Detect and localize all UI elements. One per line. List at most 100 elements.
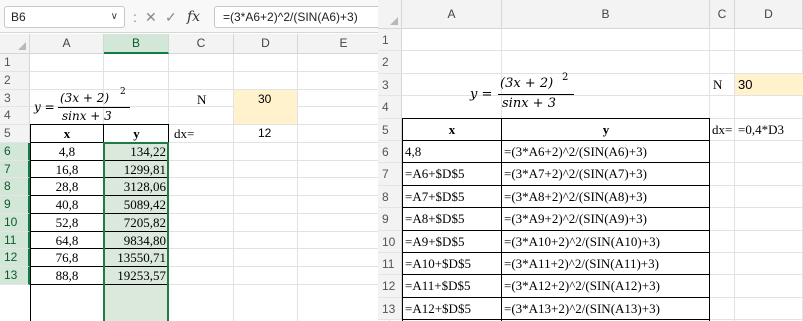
column-header-d[interactable]: D	[735, 0, 803, 29]
x-value-cell[interactable]: 16,8	[30, 161, 104, 179]
x-formula-cell[interactable]: =A7+$D$5	[405, 186, 464, 208]
row-header-7[interactable]: 7	[0, 160, 30, 179]
row-header-9[interactable]: 9	[378, 208, 402, 231]
x-value-cell[interactable]: 64,8	[30, 232, 104, 250]
row-header-4[interactable]: 4	[378, 96, 402, 119]
select-all-corner[interactable]	[378, 0, 402, 29]
column-header-b[interactable]: B	[104, 34, 169, 54]
select-all-triangle	[18, 42, 26, 50]
row-header-10[interactable]: 10	[378, 230, 402, 253]
column-header-a[interactable]: A	[402, 0, 502, 29]
equation-exponent: 2	[120, 86, 126, 97]
row-header-5[interactable]: 5	[0, 125, 30, 143]
column-header-e[interactable]: E	[298, 34, 390, 54]
x-value-cell[interactable]: 76,8	[30, 249, 104, 267]
x-value-cell[interactable]: 88,8	[30, 267, 104, 285]
dx-label: dx=	[174, 126, 195, 141]
column-header-a[interactable]: A	[30, 34, 104, 54]
x-formula-cell[interactable]: =A8+$D$5	[405, 208, 464, 230]
fraction-bar	[498, 93, 574, 95]
column-header-b[interactable]: B	[502, 0, 710, 29]
y-formula-cell[interactable]: =(3*A13+2)^2/(SIN(A13)+3)	[504, 298, 660, 320]
row-header-8[interactable]: 8	[0, 178, 30, 196]
x-value-cell[interactable]: 40,8	[30, 196, 104, 214]
equation-lhs: y =	[470, 86, 493, 102]
table-border-top	[30, 124, 169, 125]
y-formula-cell[interactable]: =(3*A11+2)^2/(SIN(A11)+3)	[504, 253, 659, 275]
row-header-11[interactable]: 11	[378, 253, 402, 276]
row-header-1[interactable]: 1	[378, 29, 402, 52]
row-header-13[interactable]: 13	[378, 297, 402, 321]
equation-exponent: 2	[562, 71, 569, 83]
gridline-horizontal	[30, 88, 390, 90]
table-border-mid	[501, 118, 502, 321]
name-box[interactable]: B6 ∨	[4, 6, 125, 28]
row-header-12[interactable]: 12	[378, 275, 402, 298]
x-value-cell[interactable]: 28,8	[30, 178, 104, 196]
dx-value[interactable]: 12	[258, 125, 271, 143]
header-x: x	[63, 126, 71, 141]
header-y: y	[133, 126, 140, 141]
row-header-1[interactable]: 1	[0, 54, 30, 72]
x-value-cell[interactable]: 52,8	[30, 214, 104, 232]
x-formula-cell[interactable]: 4,8	[405, 141, 421, 163]
x-formula-cell[interactable]: =A11+$D$5	[405, 275, 470, 297]
row-header-5[interactable]: 5	[378, 118, 402, 141]
row-header-3[interactable]: 3	[0, 89, 30, 108]
formula-bar-icons: : ✕ ✓ fx	[131, 6, 211, 28]
table-border-left	[402, 118, 403, 321]
y-formula-cell[interactable]: =(3*A7+2)^2/(SIN(A7)+3)	[504, 163, 647, 185]
row-header-11[interactable]: 11	[0, 231, 30, 250]
gridline-vertical	[297, 54, 298, 321]
cancel-icon[interactable]: ✕	[145, 6, 157, 28]
y-formula-cell[interactable]: =(3*A10+2)^2/(SIN(A10)+3)	[504, 231, 660, 253]
row-header-4[interactable]: 4	[0, 107, 30, 125]
row-header-2[interactable]: 2	[378, 51, 402, 74]
name-box-value: B6	[11, 10, 26, 24]
equation-denominator: sinx + 3	[502, 95, 556, 111]
equation-numerator: (3x + 2)	[60, 90, 110, 105]
select-all-corner[interactable]	[0, 34, 30, 54]
insert-function-icon[interactable]: fx	[187, 6, 200, 28]
row-header-2[interactable]: 2	[0, 71, 30, 90]
y-formula-cell[interactable]: =(3*A6+2)^2/(SIN(A6)+3)	[504, 141, 647, 163]
header-y: y	[602, 121, 610, 137]
row-header-9[interactable]: 9	[0, 196, 30, 214]
formula-input[interactable]: =(3*A6+2)^2/(SIN(A6)+3)	[214, 6, 386, 28]
select-all-triangle	[390, 17, 398, 25]
column-header-c[interactable]: C	[169, 34, 234, 54]
column-header-d[interactable]: D	[234, 34, 298, 54]
chevron-down-icon[interactable]: ∨	[111, 7, 118, 27]
row-header-6[interactable]: 6	[0, 142, 30, 161]
header-x: x	[448, 121, 456, 137]
x-formula-cell[interactable]: =A10+$D$5	[405, 253, 471, 275]
x-formula-cell[interactable]: =A6+$D$5	[405, 163, 464, 185]
y-formula-cell[interactable]: =(3*A9+2)^2/(SIN(A9)+3)	[504, 208, 647, 230]
n-value[interactable]: 30	[738, 74, 752, 96]
equation-denominator: sinx + 3	[62, 108, 112, 123]
gridline-horizontal	[30, 70, 390, 72]
row-header-13[interactable]: 13	[0, 267, 30, 285]
row-header-3[interactable]: 3	[378, 73, 402, 97]
y-formula-cell[interactable]: =(3*A12+2)^2/(SIN(A12)+3)	[504, 275, 660, 297]
x-formula-cell[interactable]: =A12+$D$5	[405, 298, 471, 320]
row-header-10[interactable]: 10	[0, 213, 30, 232]
row-header-12[interactable]: 12	[0, 249, 30, 267]
dx-label: dx=	[712, 121, 733, 137]
y-formula-cell[interactable]: =(3*A8+2)^2/(SIN(A8)+3)	[504, 186, 647, 208]
dx-formula[interactable]: =0,4*D3	[738, 119, 784, 141]
row-header-8[interactable]: 8	[378, 185, 402, 209]
column-header-c[interactable]: C	[710, 0, 735, 29]
formula-bar-separator: :	[133, 9, 137, 25]
equation-lhs: y =	[34, 99, 55, 114]
equation-numerator: (3x + 2)	[500, 75, 554, 91]
x-value-cell[interactable]: 4,8	[30, 143, 104, 161]
row-header-7[interactable]: 7	[378, 163, 402, 186]
enter-icon[interactable]: ✓	[165, 6, 177, 28]
n-value[interactable]: 30	[258, 91, 271, 109]
n-label: N	[197, 91, 207, 107]
left-spreadsheet: B6 ∨ : ✕ ✓ fx =(3*A6+2)^2/(SIN(A6)+3) AB…	[0, 0, 390, 321]
row-header-6[interactable]: 6	[378, 141, 402, 164]
table-border-top	[402, 117, 710, 119]
x-formula-cell[interactable]: =A9+$D$5	[405, 231, 464, 253]
